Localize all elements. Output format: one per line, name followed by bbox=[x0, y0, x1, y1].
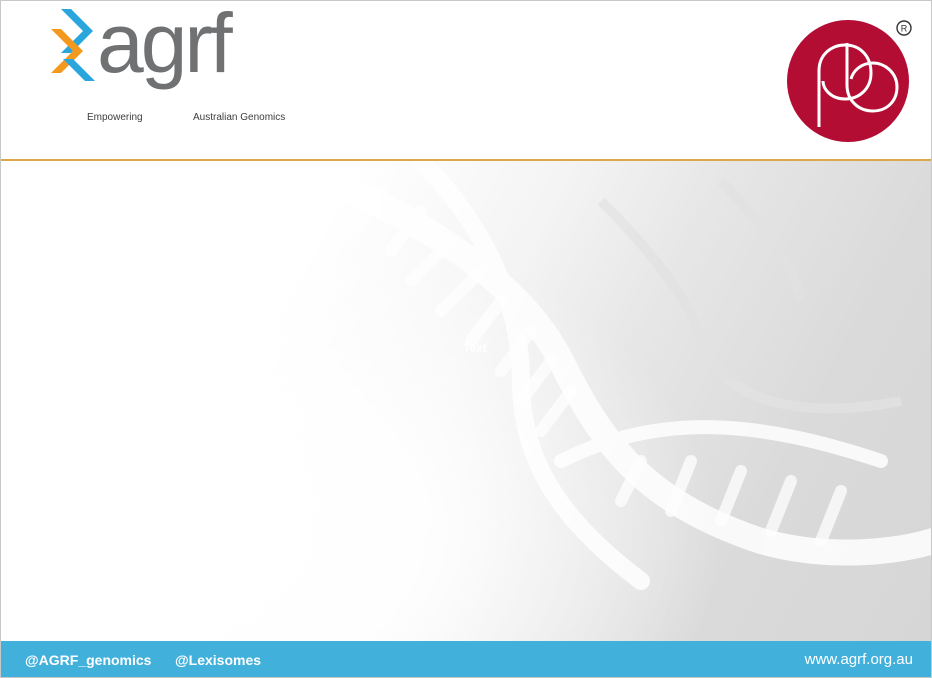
content-area: Text bbox=[1, 161, 931, 641]
twitter-handle-agrf: @AGRF_genomics bbox=[25, 652, 152, 668]
registered-mark-icon: R bbox=[896, 20, 912, 36]
slide-header: agrf Empowering Australian Genomics R bbox=[1, 1, 931, 159]
agrf-tagline-right: Australian Genomics bbox=[193, 112, 286, 123]
svg-text:R: R bbox=[901, 24, 908, 34]
twitter-handle-lexisomes: @Lexisomes bbox=[175, 652, 262, 668]
slide: agrf Empowering Australian Genomics R Te… bbox=[0, 0, 932, 678]
slide-footer: @AGRF_genomics @Lexisomes www.agrf.org.a… bbox=[1, 641, 931, 677]
agrf-logo: agrf Empowering Australian Genomics bbox=[49, 1, 299, 129]
agrf-tagline-left: Empowering bbox=[87, 112, 143, 123]
agrf-chevron-icon bbox=[51, 9, 95, 81]
placeholder-text[interactable]: Text bbox=[463, 341, 487, 355]
website-url[interactable]: www.agrf.org.au bbox=[805, 651, 913, 668]
agrf-wordmark: agrf bbox=[97, 0, 233, 90]
pb-logo: R bbox=[787, 19, 913, 145]
content-fade-overlay bbox=[1, 161, 931, 641]
